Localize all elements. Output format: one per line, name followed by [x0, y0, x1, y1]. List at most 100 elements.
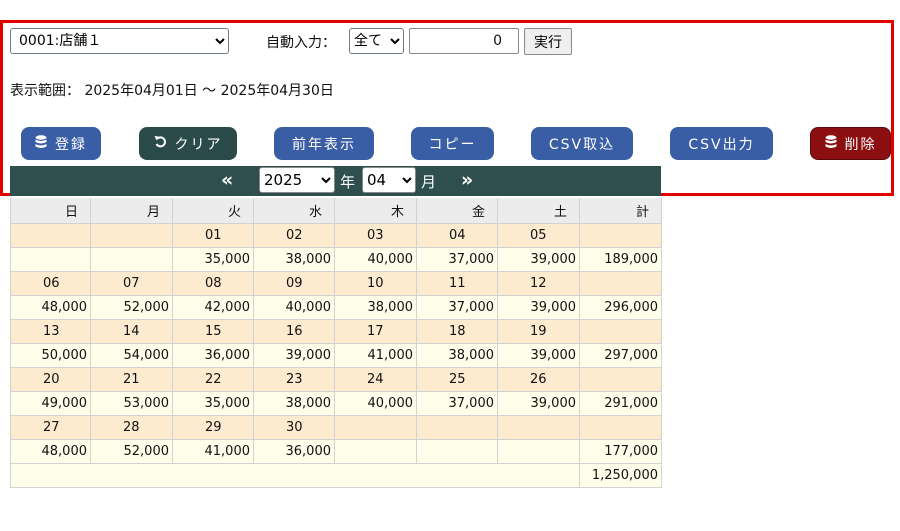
csv-import-label: CSV取込: [548, 136, 616, 153]
date-row: 01 02 03 04 05: [10, 223, 662, 248]
amount-cell[interactable]: 42,000: [172, 295, 254, 320]
amount-cell[interactable]: 37,000: [416, 391, 498, 416]
amount-cell[interactable]: 52,000: [90, 439, 173, 464]
date-cell: 30: [253, 415, 335, 440]
amount-cell[interactable]: 54,000: [90, 343, 173, 368]
date-cell: 22: [172, 367, 254, 392]
clear-button[interactable]: クリア: [139, 127, 237, 160]
csv-export-button[interactable]: CSV出力: [670, 127, 773, 160]
amount-cell[interactable]: [497, 439, 580, 464]
amount-cell[interactable]: 38,000: [253, 247, 335, 272]
date-cell: 06: [10, 271, 91, 296]
register-label: 登録: [55, 136, 87, 153]
auto-input-select[interactable]: 全て: [349, 28, 404, 54]
date-cell: 29: [172, 415, 254, 440]
amount-cell[interactable]: 39,000: [497, 295, 580, 320]
week-total-date-cell: [579, 415, 662, 440]
next-month-button[interactable]: »: [461, 169, 473, 191]
grand-total-spacer: [10, 463, 580, 488]
amount-cell[interactable]: 41,000: [172, 439, 254, 464]
amount-row: 48,000 52,000 41,000 36,000 177,000: [10, 439, 662, 464]
run-button[interactable]: 実行: [524, 28, 572, 55]
date-cell: [90, 223, 173, 248]
header-sat: 土: [497, 198, 580, 224]
date-cell: 18: [416, 319, 498, 344]
delete-button[interactable]: 削除: [810, 127, 891, 160]
amount-row: 50,000 54,000 36,000 39,000 41,000 38,000 39,0…: [10, 343, 662, 368]
date-cell: 27: [10, 415, 91, 440]
header-fri: 金: [416, 198, 498, 224]
amount-cell[interactable]: 39,000: [253, 343, 335, 368]
header-wed: 水: [253, 198, 335, 224]
date-cell: 07: [90, 271, 173, 296]
register-button[interactable]: 登録: [21, 127, 101, 160]
amount-cell[interactable]: [416, 439, 498, 464]
date-cell: 13: [10, 319, 91, 344]
auto-input-value-field[interactable]: [409, 28, 519, 54]
date-cell: 17: [334, 319, 417, 344]
amount-cell[interactable]: 49,000: [10, 391, 91, 416]
amount-cell[interactable]: 40,000: [253, 295, 335, 320]
date-cell: 23: [253, 367, 335, 392]
date-cell: 09: [253, 271, 335, 296]
week-total-date-cell: [579, 271, 662, 296]
year-select[interactable]: 2025: [259, 167, 335, 193]
store-select[interactable]: 0001:店舗１: [10, 28, 229, 54]
amount-cell[interactable]: 39,000: [497, 343, 580, 368]
amount-cell[interactable]: [334, 439, 417, 464]
amount-cell[interactable]: 50,000: [10, 343, 91, 368]
amount-cell[interactable]: 38,000: [253, 391, 335, 416]
amount-row: 48,000 52,000 42,000 40,000 38,000 37,000 39,0…: [10, 295, 662, 320]
copy-label: コピー: [428, 136, 477, 153]
header-mon: 月: [90, 198, 173, 224]
copy-button[interactable]: コピー: [411, 127, 494, 160]
amount-cell[interactable]: 40,000: [334, 391, 417, 416]
header-total: 計: [579, 198, 662, 224]
grand-total-cell: 1,250,000: [579, 463, 662, 488]
date-cell: [497, 415, 580, 440]
database-icon: [825, 134, 837, 153]
amount-cell[interactable]: 53,000: [90, 391, 173, 416]
week-total-date-cell: [579, 223, 662, 248]
prev-year-button[interactable]: 前年表示: [274, 127, 374, 160]
date-cell: 03: [334, 223, 417, 248]
amount-cell[interactable]: 36,000: [172, 343, 254, 368]
grand-total-row: 1,250,000: [10, 463, 662, 488]
date-cell: 08: [172, 271, 254, 296]
amount-cell[interactable]: 36,000: [253, 439, 335, 464]
amount-cell[interactable]: 37,000: [416, 247, 498, 272]
amount-cell[interactable]: 37,000: [416, 295, 498, 320]
calendar-header-row: 日 月 火 水 木 金 土 計: [10, 198, 662, 224]
month-nav-bar: « 2025 年 04 月 »: [10, 166, 661, 196]
date-cell: 20: [10, 367, 91, 392]
delete-label: 削除: [844, 136, 877, 153]
month-select[interactable]: 04: [362, 167, 416, 193]
amount-cell[interactable]: 35,000: [172, 391, 254, 416]
amount-cell[interactable]: [90, 247, 173, 272]
amount-cell[interactable]: [10, 247, 91, 272]
date-cell: 10: [334, 271, 417, 296]
prev-year-label: 前年表示: [292, 136, 356, 153]
clear-label: クリア: [174, 136, 223, 153]
week-total-cell: 189,000: [579, 247, 662, 272]
display-range-text: 表示範囲： 2025年04月01日 ～ 2025年04月30日: [10, 83, 334, 99]
amount-cell[interactable]: 39,000: [497, 391, 580, 416]
header-thu: 木: [334, 198, 417, 224]
amount-cell[interactable]: 48,000: [10, 439, 91, 464]
amount-cell[interactable]: 40,000: [334, 247, 417, 272]
amount-cell[interactable]: 38,000: [416, 343, 498, 368]
month-unit-label: 月: [421, 173, 437, 191]
date-cell: 24: [334, 367, 417, 392]
amount-cell[interactable]: 41,000: [334, 343, 417, 368]
date-cell: 28: [90, 415, 173, 440]
prev-month-button[interactable]: «: [221, 169, 233, 191]
amount-cell[interactable]: 52,000: [90, 295, 173, 320]
year-unit-label: 年: [340, 173, 356, 191]
amount-row: 49,000 53,000 35,000 38,000 40,000 37,000 39,0…: [10, 391, 662, 416]
undo-icon: [154, 135, 167, 152]
amount-cell[interactable]: 35,000: [172, 247, 254, 272]
amount-cell[interactable]: 39,000: [497, 247, 580, 272]
csv-import-button[interactable]: CSV取込: [531, 127, 633, 160]
amount-cell[interactable]: 38,000: [334, 295, 417, 320]
amount-cell[interactable]: 48,000: [10, 295, 91, 320]
